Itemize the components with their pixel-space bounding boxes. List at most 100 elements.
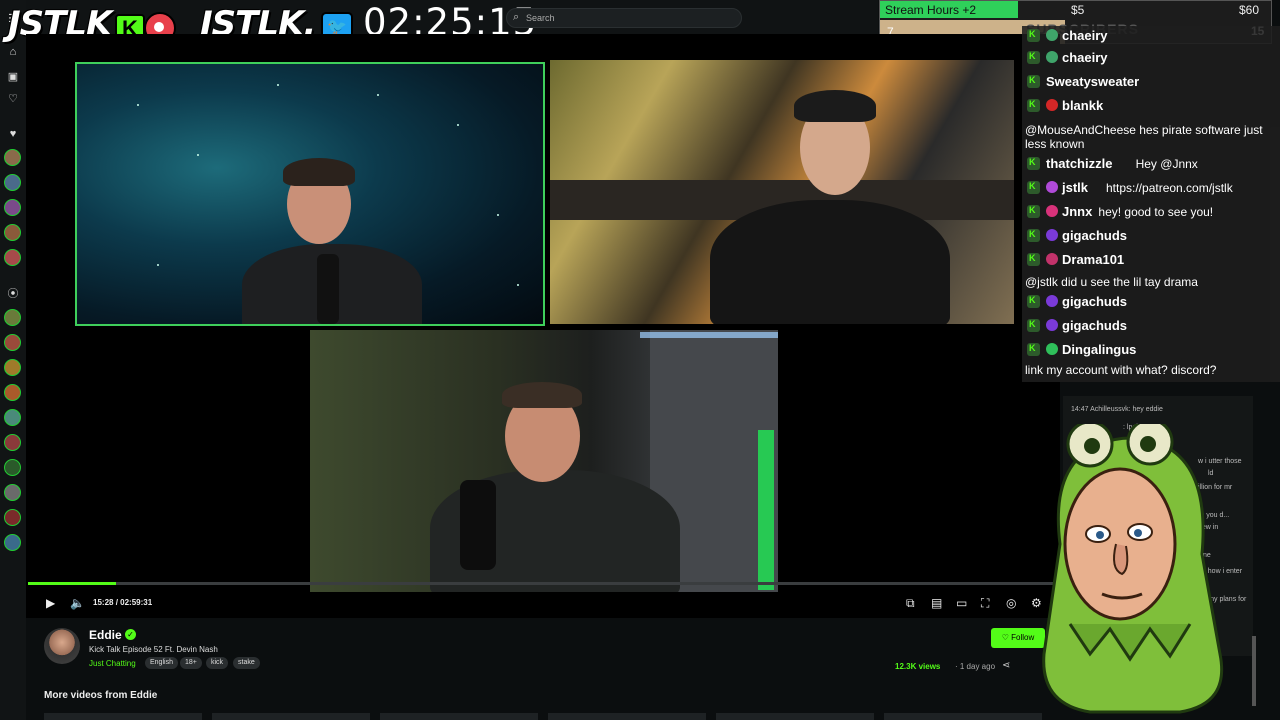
video-thumbnail[interactable] bbox=[212, 713, 370, 720]
chat-message: blankk bbox=[1022, 96, 1280, 116]
heart-icon: ♥ bbox=[9, 128, 17, 140]
fullscreen-icon[interactable]: ⛶ bbox=[981, 596, 989, 611]
chat-message-text: link my account with what? discord? bbox=[1025, 363, 1217, 377]
chat-message-text: @jstlk did u see the lil tay drama bbox=[1025, 275, 1198, 289]
chat-message: link my account with what? discord? bbox=[1022, 360, 1280, 380]
play-icon[interactable]: ▶ bbox=[46, 596, 55, 610]
kick-badge-icon bbox=[1027, 51, 1040, 64]
speed-icon[interactable]: ◎ bbox=[1006, 596, 1016, 610]
pc-rgb-light bbox=[758, 430, 774, 590]
recommended-channel-avatar[interactable] bbox=[4, 359, 21, 376]
user-badge-icon bbox=[1046, 181, 1058, 193]
video-thumbnail[interactable] bbox=[44, 713, 202, 720]
recommended-channel-avatar[interactable] bbox=[4, 459, 21, 476]
share-icon[interactable]: ⋖ bbox=[1002, 660, 1010, 671]
following-icon[interactable]: ♡ bbox=[6, 92, 20, 106]
recommended-channel-avatar[interactable] bbox=[4, 509, 21, 526]
tag-kick[interactable]: kick bbox=[206, 657, 229, 669]
followed-channel-avatar[interactable] bbox=[4, 149, 21, 166]
chat-message: gigachuds bbox=[1022, 226, 1280, 246]
site-chat-message: 14:47 Achilleussvk: hey eddie bbox=[1071, 406, 1163, 413]
chat-username[interactable]: gigachuds bbox=[1062, 294, 1127, 309]
followed-channel-avatar[interactable] bbox=[4, 224, 21, 241]
tag-english[interactable]: English bbox=[145, 657, 178, 669]
chat-username[interactable]: Sweatysweater bbox=[1046, 74, 1139, 89]
recommended-channel-avatar[interactable] bbox=[4, 384, 21, 401]
time-total: 02:59:31 bbox=[120, 598, 153, 607]
upload-age: · 1 day ago bbox=[955, 662, 996, 671]
chat-message: @jstlk did u see the lil tay drama bbox=[1022, 272, 1280, 292]
chat-message: Drama101 bbox=[1022, 250, 1280, 270]
followed-channel-avatar[interactable] bbox=[4, 174, 21, 191]
webcam-guest-devin bbox=[550, 60, 1014, 324]
webcam-guest-eddie bbox=[310, 330, 778, 592]
video-player[interactable]: ▶ 🔈 15:28 / 02:59:31 ⧉ ▤ ▭ ⛶ ◎ ⚙ bbox=[26, 34, 1060, 618]
recommended-channel-avatar[interactable] bbox=[4, 534, 21, 551]
kick-badge-icon bbox=[1027, 295, 1040, 308]
recommended-channel-avatar[interactable] bbox=[4, 334, 21, 351]
recommended-channel-avatar[interactable] bbox=[4, 409, 21, 426]
video-thumbnail[interactable] bbox=[548, 713, 706, 720]
user-badge-icon bbox=[1046, 343, 1058, 355]
home-icon[interactable]: ⌂ bbox=[6, 45, 20, 59]
tag-18plus[interactable]: 18+ bbox=[180, 657, 202, 669]
miniplayer-icon[interactable]: ⧉ bbox=[906, 596, 915, 611]
host-hair bbox=[283, 158, 355, 186]
tag-stake[interactable]: stake bbox=[233, 657, 260, 669]
guest-body bbox=[710, 200, 950, 324]
recommended-channel-avatar[interactable] bbox=[4, 484, 21, 501]
chat-username[interactable]: gigachuds bbox=[1062, 318, 1127, 333]
chat-username[interactable]: thatchizzle bbox=[1046, 156, 1112, 171]
kick-badge-icon bbox=[1027, 319, 1040, 332]
kick-badge-icon bbox=[1027, 157, 1040, 170]
volume-icon[interactable]: 🔈 bbox=[70, 596, 85, 610]
page-scrollbar[interactable] bbox=[1252, 636, 1256, 706]
followed-channel-avatar[interactable] bbox=[4, 249, 21, 266]
user-badge-icon bbox=[1046, 205, 1058, 217]
channel-avatar[interactable] bbox=[44, 628, 80, 664]
kick-badge-icon bbox=[1027, 205, 1040, 218]
chat-username[interactable]: Jnnx bbox=[1062, 204, 1092, 219]
led-strip bbox=[640, 332, 778, 338]
recommended-channel-avatar[interactable] bbox=[4, 309, 21, 326]
guest-hair bbox=[794, 90, 876, 122]
chat-username[interactable]: Dingalingus bbox=[1062, 342, 1136, 357]
chat-username[interactable]: gigachuds bbox=[1062, 228, 1127, 243]
clip-icon[interactable]: ▤ bbox=[931, 596, 942, 610]
video-thumbnail[interactable] bbox=[716, 713, 874, 720]
chat-message: gigachuds bbox=[1022, 292, 1280, 312]
recommended-channel-avatar[interactable] bbox=[4, 434, 21, 451]
kick-badge-icon bbox=[1027, 343, 1040, 356]
browse-icon[interactable]: ▣ bbox=[6, 70, 20, 84]
heart-icon: ♡ bbox=[1001, 633, 1012, 642]
kick-badge-icon bbox=[1027, 75, 1040, 88]
chat-username[interactable]: jstlk bbox=[1062, 180, 1088, 195]
kermit-vtuber-avatar bbox=[1042, 424, 1224, 714]
eddie-hair bbox=[502, 382, 582, 408]
chat-message-text: Hey @Jnnx bbox=[1135, 157, 1198, 171]
followed-channel-avatar[interactable] bbox=[4, 199, 21, 216]
chat-message: chaeiry bbox=[1022, 48, 1280, 68]
chat-message: thatchizzle Hey @Jnnx bbox=[1022, 154, 1280, 174]
kick-badge-icon bbox=[1027, 253, 1040, 266]
chat-username[interactable]: Drama101 bbox=[1062, 252, 1124, 267]
more-videos-heading: More videos from Eddie bbox=[44, 690, 158, 701]
chat-message: @MouseAndCheese hes pirate software just… bbox=[1022, 120, 1280, 152]
category-link[interactable]: Just Chatting bbox=[89, 659, 136, 668]
progress-played bbox=[28, 582, 116, 585]
channel-name[interactable]: Eddie bbox=[89, 628, 122, 642]
chat-username[interactable]: chaeiry bbox=[1062, 50, 1108, 65]
theater-icon[interactable]: ▭ bbox=[956, 596, 967, 610]
search-placeholder: Search bbox=[526, 13, 555, 23]
chat-message: jstlk https://patreon.com/jstlk bbox=[1022, 178, 1280, 198]
video-progress-bar[interactable] bbox=[28, 582, 1058, 585]
goal-min-price: $5 bbox=[1071, 3, 1085, 17]
video-thumbnail[interactable] bbox=[884, 713, 1042, 720]
video-thumbnail[interactable] bbox=[380, 713, 538, 720]
search-input[interactable]: ⌕ Search bbox=[506, 8, 742, 28]
kick-badge-icon bbox=[1027, 29, 1040, 42]
chat-username[interactable]: chaeiry bbox=[1062, 28, 1108, 43]
chat-username[interactable]: blankk bbox=[1062, 98, 1103, 113]
live-icon: ⦿ bbox=[7, 288, 19, 300]
chat-message: Sweatysweater bbox=[1022, 72, 1280, 92]
